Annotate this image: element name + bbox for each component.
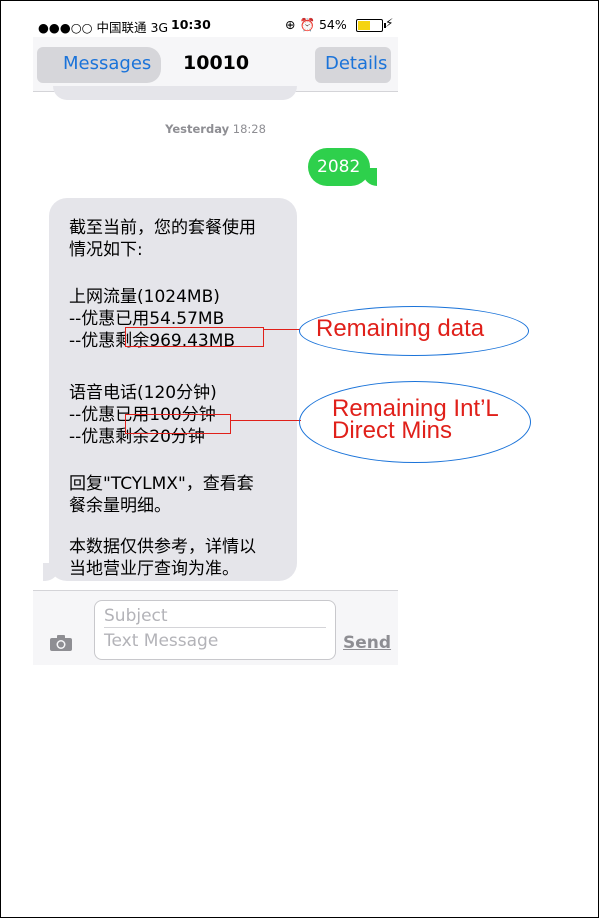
text-message-input[interactable]: Text Message [104, 631, 218, 651]
remaining-data-connector [263, 329, 300, 330]
remaining-data-label: Remaining data [316, 315, 485, 342]
remaining-data-highlight [125, 327, 264, 347]
message-line: 当地营业厅查询为准。 [69, 559, 239, 579]
details-button-label[interactable]: Details [325, 53, 387, 74]
message-line: 餐余量明细。 [69, 496, 171, 516]
status-time: 10:30 [171, 17, 211, 32]
battery-icon [356, 19, 386, 32]
navigation-bar: Messages 10010 Details [33, 37, 398, 92]
sent-message-text: 2082 [317, 157, 361, 177]
send-button[interactable]: Send [343, 633, 391, 653]
remaining-mins-label-line2: Direct Mins [332, 417, 453, 444]
camera-icon[interactable] [49, 634, 73, 652]
previous-message-bubble[interactable] [53, 86, 297, 100]
status-indicators: ⊕ ⏰ 54% [285, 17, 347, 32]
remaining-mins-highlight [125, 414, 231, 434]
battery-fill [358, 21, 370, 30]
conversation-title: 10010 [183, 52, 250, 74]
subject-input[interactable]: Subject [104, 606, 168, 626]
status-bar: ●●●○○ 中国联通 3G 10:30 ⊕ ⏰ 54% ⚡ [33, 10, 398, 36]
message-timestamp: Yesterday 18:28 [165, 122, 266, 136]
message-line: 情况如下: [69, 240, 143, 260]
received-message-bubble[interactable]: 截至当前，您的套餐使用 情况如下: 上网流量(1024MB) --优惠已用54.… [49, 198, 297, 581]
carrier-signal: ●●●○○ 中国联通 3G [38, 20, 169, 35]
remaining-mins-connector [230, 420, 301, 421]
back-button-label[interactable]: Messages [63, 53, 151, 74]
message-composer: Subject Text Message Send [33, 590, 398, 665]
charging-icon: ⚡ [385, 16, 394, 30]
